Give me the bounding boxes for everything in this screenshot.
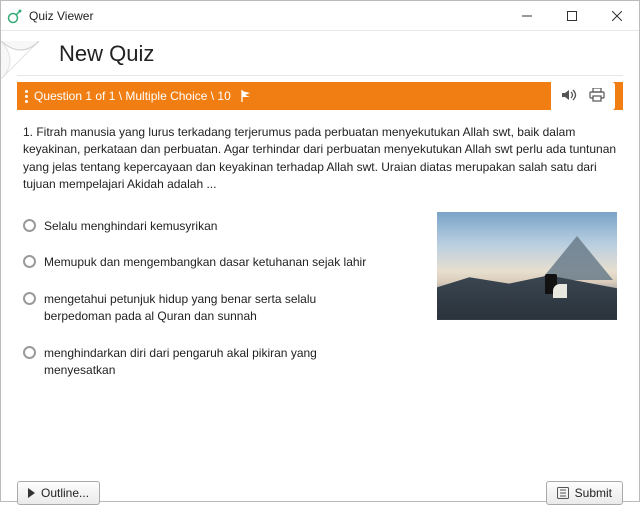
question-image xyxy=(437,212,617,320)
print-button[interactable] xyxy=(589,88,605,105)
audio-button[interactable] xyxy=(561,88,579,105)
answers-row: Selalu menghindari kemusyrikan Memupuk d… xyxy=(23,208,617,389)
option-label: Memupuk dan mengembangkan dasar ketuhana… xyxy=(44,254,366,271)
quiz-title: New Quiz xyxy=(59,41,623,67)
answers-list: Selalu menghindari kemusyrikan Memupuk d… xyxy=(23,208,423,389)
maximize-icon xyxy=(567,11,577,21)
app-icon xyxy=(7,8,23,24)
window-maximize-button[interactable] xyxy=(549,1,594,31)
radio-icon xyxy=(23,346,36,359)
flag-button[interactable] xyxy=(239,89,253,103)
option-label: mengetahui petunjuk hidup yang benar ser… xyxy=(44,291,374,325)
window-close-button[interactable] xyxy=(594,1,639,31)
submit-icon xyxy=(557,487,569,499)
window-minimize-button[interactable] xyxy=(504,1,549,31)
page-curl-decoration xyxy=(1,41,39,79)
radio-icon xyxy=(23,292,36,305)
drag-handle-icon[interactable] xyxy=(25,90,28,103)
content-area: New Quiz Question 1 of 1 \ Multiple Choi… xyxy=(1,41,639,513)
window-title: Quiz Viewer xyxy=(29,9,93,23)
option-2[interactable]: mengetahui petunjuk hidup yang benar ser… xyxy=(23,281,423,335)
print-icon xyxy=(589,88,605,102)
option-3[interactable]: menghindarkan diri dari pengaruh akal pi… xyxy=(23,335,423,389)
question-bar: Question 1 of 1 \ Multiple Choice \ 10 xyxy=(17,82,623,110)
question-text: 1. Fitrah manusia yang lurus terkadang t… xyxy=(23,124,617,194)
audio-icon xyxy=(561,88,579,102)
footer: Outline... Submit xyxy=(17,481,623,505)
option-0[interactable]: Selalu menghindari kemusyrikan xyxy=(23,208,423,245)
flag-icon xyxy=(239,89,253,103)
outline-button[interactable]: Outline... xyxy=(17,481,100,505)
submit-button[interactable]: Submit xyxy=(546,481,623,505)
radio-icon xyxy=(23,255,36,268)
close-icon xyxy=(612,11,622,21)
radio-icon xyxy=(23,219,36,232)
play-icon xyxy=(28,488,35,498)
option-label: Selalu menghindari kemusyrikan xyxy=(44,218,217,235)
window-titlebar: Quiz Viewer xyxy=(1,1,639,31)
submit-button-label: Submit xyxy=(575,486,612,500)
option-1[interactable]: Memupuk dan mengembangkan dasar ketuhana… xyxy=(23,244,423,281)
option-label: menghindarkan diri dari pengaruh akal pi… xyxy=(44,345,374,379)
minimize-icon xyxy=(522,11,532,21)
title-divider xyxy=(17,75,623,76)
question-bar-label: Question 1 of 1 \ Multiple Choice \ 10 xyxy=(34,89,231,103)
outline-button-label: Outline... xyxy=(41,486,89,500)
